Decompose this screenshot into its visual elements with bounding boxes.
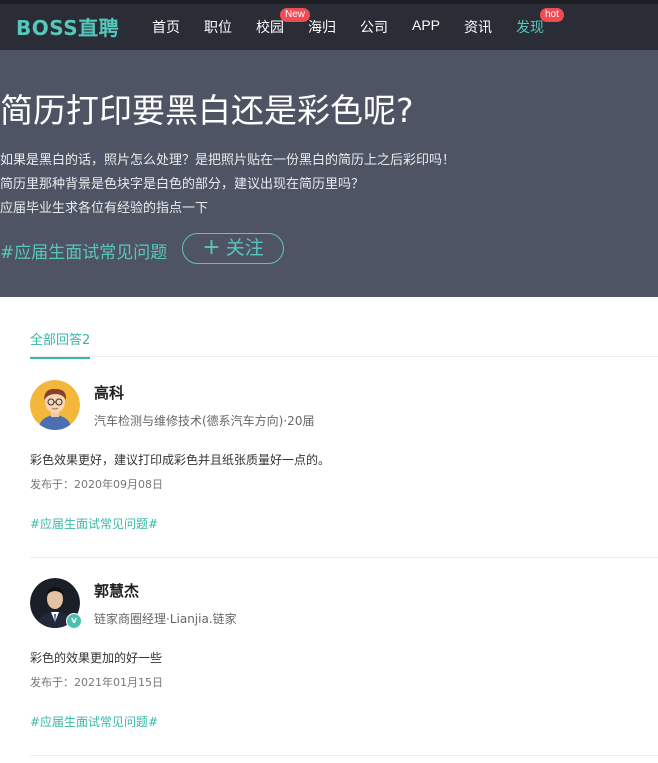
answer-content: 彩色的效果更加的好一些 — [30, 651, 163, 665]
nav-item-companies[interactable]: 公司 — [360, 17, 388, 37]
answer-date: 发布于：2020年09月08日 — [30, 478, 163, 491]
answerer-name[interactable]: 高科 — [94, 382, 124, 403]
nav-label: 首页 — [152, 20, 180, 36]
answer-topic-tag[interactable]: #应届生面试常见问题# — [30, 515, 158, 532]
nav-label: 校园 — [256, 20, 284, 36]
nav-label: 职位 — [204, 20, 232, 36]
boss-logo[interactable]: BOSS直聘 — [16, 12, 119, 41]
nav-item-app[interactable]: APP — [412, 17, 440, 33]
question-topic-tag[interactable]: #应届生面试常见问题 — [0, 238, 167, 263]
new-badge: New — [280, 8, 311, 22]
follow-label: 关注 — [225, 237, 264, 259]
nav-item-jobs[interactable]: 职位 — [204, 17, 232, 37]
answer-content: 彩色效果更好，建议打印成彩色并且纸张质量好一点的。 — [30, 453, 331, 467]
nav-item-overseas[interactable]: 海归 — [308, 17, 336, 37]
nav-label: 公司 — [360, 20, 388, 36]
question-header: 简历打印要黑白还是彩色呢? 如果是黑白的话，照片怎么处理？是把照片贴在一份黑白的… — [0, 50, 658, 297]
answerer-title: 汽车检测与维修技术(德系汽车方向)·20届 — [94, 414, 315, 428]
nav-label: 资讯 — [464, 20, 492, 36]
nav-item-discover[interactable]: 发现 hot — [516, 8, 564, 37]
divider — [30, 755, 658, 756]
answer-topic-tag[interactable]: #应届生面试常见问题# — [30, 713, 158, 730]
divider — [30, 557, 658, 558]
answer-tab-bar: 全部回答2 — [30, 318, 658, 359]
tab-all-answers[interactable]: 全部回答2 — [30, 329, 91, 359]
nav-label: 海归 — [308, 20, 336, 36]
nav-item-campus[interactable]: 校园 New — [256, 8, 311, 37]
answerer-title: 链家商圈经理·Lianjia.链家 — [94, 612, 237, 626]
question-description-line: 简历里那种背景是色块字是白色的部分，建议出现在简历里吗？ — [0, 177, 365, 192]
nav-label: APP — [412, 17, 441, 33]
plus-icon: + — [202, 235, 221, 260]
nav-item-home[interactable]: 首页 — [152, 17, 180, 37]
question-description-line: 应届毕业生求各位有经验的指点一下 — [0, 201, 209, 216]
follow-button[interactable]: + 关注 — [182, 233, 284, 264]
question-title: 简历打印要黑白还是彩色呢? — [0, 91, 414, 130]
nav-label: 发现 — [516, 20, 544, 36]
answerer-name[interactable]: 郭慧杰 — [94, 580, 139, 601]
top-nav: BOSS直聘 首页 职位 校园 New 海归 公司 APP 资讯 发现 hot — [0, 0, 658, 50]
question-description-line: 如果是黑白的话，照片怎么处理？是把照片贴在一份黑白的简历上之后彩印吗！ — [0, 153, 456, 168]
nav-item-news[interactable]: 资讯 — [464, 17, 492, 37]
user-avatar-icon — [30, 380, 80, 430]
avatar[interactable] — [30, 380, 80, 430]
answer-date: 发布于：2021年01月15日 — [30, 676, 163, 689]
hot-badge: hot — [540, 8, 564, 22]
verified-icon: v — [66, 613, 82, 629]
